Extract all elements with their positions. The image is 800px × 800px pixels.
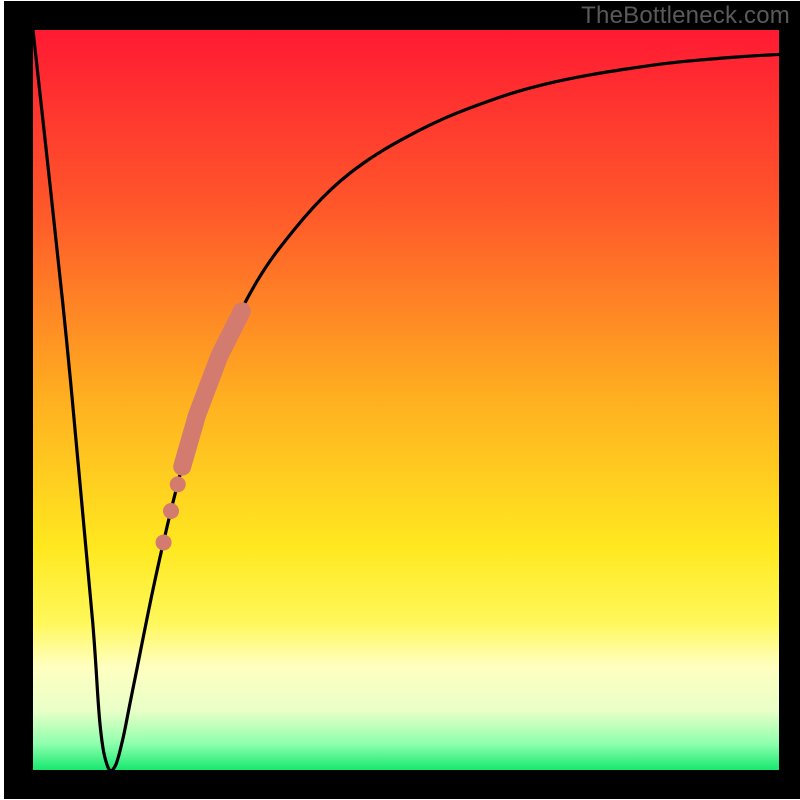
- highlight-dot: [170, 476, 186, 492]
- highlight-dot: [163, 503, 179, 519]
- chart-stage: TheBottleneck.com: [0, 0, 800, 800]
- highlight-dot: [176, 453, 192, 469]
- bottleneck-chart: [0, 0, 800, 800]
- watermark-text: TheBottleneck.com: [581, 2, 790, 30]
- highlight-dot: [156, 534, 172, 550]
- plot-background: [33, 30, 779, 770]
